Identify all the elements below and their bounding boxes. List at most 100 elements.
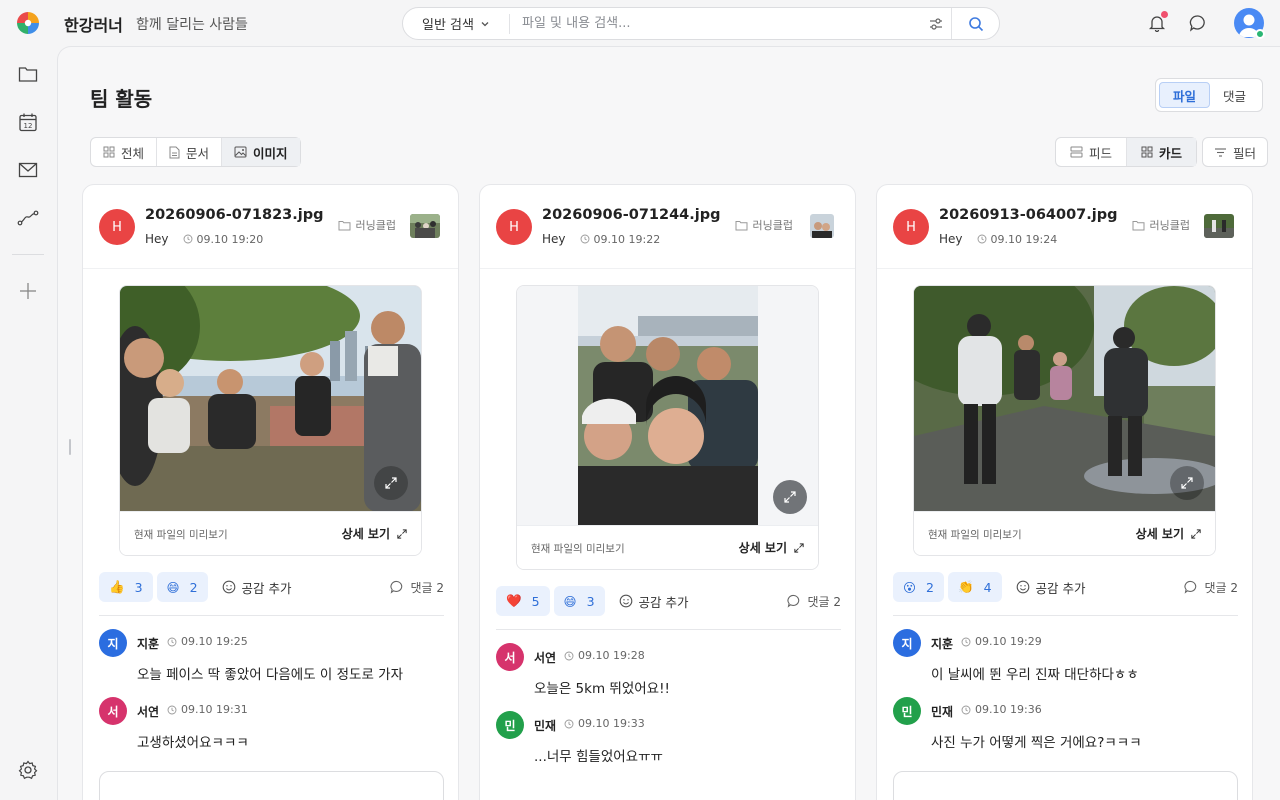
clock-icon <box>183 234 192 244</box>
expand-image-button[interactable] <box>374 466 408 500</box>
add-reaction-button[interactable]: 공감 추가 <box>1016 578 1086 597</box>
comment-icon <box>390 580 403 594</box>
reaction-bar: ❤️ 5 😄 3 공감 추가 댓글 2 <box>496 586 841 616</box>
search-options-button[interactable] <box>921 17 951 31</box>
tab-card[interactable]: 카드 <box>1127 138 1197 166</box>
folder-tag[interactable]: 러닝클럽 <box>735 217 793 233</box>
tab-feed[interactable]: 피드 <box>1056 138 1128 166</box>
app-logo-icon[interactable] <box>16 11 40 35</box>
file-name[interactable]: 20260906-071823.jpg <box>145 207 324 223</box>
file-name[interactable]: 20260906-071244.jpg <box>542 207 721 223</box>
reaction-count: 5 <box>531 593 540 609</box>
expand-icon <box>397 528 407 539</box>
sidebar-resize-handle[interactable] <box>69 439 71 455</box>
sidebar-add-button[interactable] <box>17 280 39 302</box>
file-thumbnail[interactable] <box>810 214 834 238</box>
uploader-name: Hey <box>939 232 963 246</box>
reaction-count: 4 <box>983 579 992 595</box>
commenter-name: 민재 <box>931 705 954 719</box>
tab-all-label: 전체 <box>121 145 145 161</box>
sidebar-item-mail[interactable] <box>17 159 39 181</box>
search-scope-dropdown[interactable]: 일반 검색 <box>403 13 510 34</box>
comment-count[interactable]: 댓글 2 <box>390 579 444 596</box>
toggle-comments[interactable]: 댓글 <box>1210 82 1259 108</box>
reaction-chip[interactable]: 😄 2 <box>156 572 208 602</box>
messages-button[interactable] <box>1187 12 1209 34</box>
sidebar-item-routes[interactable] <box>17 207 39 229</box>
grid-icon <box>103 146 115 158</box>
running-selfie-photo[interactable] <box>578 286 758 526</box>
file-name[interactable]: 20260913-064007.jpg <box>939 207 1118 223</box>
commenter-avatar[interactable]: 서 <box>496 643 524 671</box>
folder-icon <box>1132 220 1145 230</box>
plus-icon <box>20 283 36 299</box>
card-header: H 20260906-071823.jpg Hey 09.10 19:20 러닝… <box>83 185 458 269</box>
toggle-files[interactable]: 파일 <box>1159 82 1211 108</box>
expand-image-button[interactable] <box>773 480 807 514</box>
comment-input[interactable] <box>893 771 1238 800</box>
photo-thumbnail-image <box>1204 214 1234 238</box>
comment-time-text: 09.10 19:33 <box>578 717 645 730</box>
tab-docs[interactable]: 문서 <box>157 138 223 166</box>
reaction-chip[interactable]: 😮 2 <box>893 572 944 602</box>
file-preview: 현재 파일의 미리보기 상세 보기 <box>913 285 1216 556</box>
calendar-icon: 12 <box>19 113 37 132</box>
uploader-avatar[interactable]: H <box>893 209 929 245</box>
view-detail-button[interactable]: 상세 보기 <box>739 539 804 556</box>
view-detail-button[interactable]: 상세 보기 <box>1136 525 1201 542</box>
uploader-avatar[interactable]: H <box>99 209 135 245</box>
commenter-avatar[interactable]: 서 <box>99 697 127 725</box>
folder-icon <box>338 220 351 230</box>
add-reaction-button[interactable]: 공감 추가 <box>222 578 292 597</box>
notification-button[interactable] <box>1146 11 1168 34</box>
commenter-avatar[interactable]: 지 <box>893 629 921 657</box>
folder-tag[interactable]: 러닝클럽 <box>1132 217 1190 233</box>
photo-thumbnail-image <box>410 214 440 238</box>
reaction-chip[interactable]: 👏 4 <box>947 572 1002 602</box>
commenter-avatar[interactable]: 민 <box>893 697 921 725</box>
card-meta: Hey 09.10 19:20 <box>145 232 263 246</box>
app-tagline: 함께 달리는 사람들 <box>136 17 248 33</box>
sidebar-item-files[interactable] <box>17 63 39 85</box>
commenter-name: 민재 <box>534 719 557 733</box>
settings-button[interactable] <box>17 759 39 781</box>
uploader-avatar[interactable]: H <box>496 209 532 245</box>
tab-all[interactable]: 전체 <box>91 138 158 166</box>
folder-icon <box>735 220 748 230</box>
tab-feed-label: 피드 <box>1089 145 1113 161</box>
mail-icon <box>18 162 38 178</box>
filter-button[interactable]: 필터 <box>1202 137 1268 167</box>
comment-text: 이 날씨에 뛴 우리 진짜 대단하다ㅎㅎ <box>931 667 1139 683</box>
clock-icon <box>580 234 589 244</box>
add-reaction-button[interactable]: 공감 추가 <box>619 592 689 611</box>
upload-time-text: 09.10 19:24 <box>990 232 1058 246</box>
file-thumbnail[interactable] <box>410 214 440 238</box>
uploader-name: Hey <box>542 232 566 246</box>
sidebar-item-calendar[interactable]: 12 <box>17 111 39 133</box>
tab-images[interactable]: 이미지 <box>222 138 300 166</box>
reaction-chip[interactable]: ❤️ 5 <box>496 586 550 616</box>
folder-tag[interactable]: 러닝클럽 <box>338 217 396 233</box>
view-detail-label: 상세 보기 <box>1135 527 1184 541</box>
card-meta: Hey 09.10 19:24 <box>939 232 1057 246</box>
commenter-avatar[interactable]: 지 <box>99 629 127 657</box>
comment-count-label: 댓글 2 <box>1204 580 1238 595</box>
reaction-chip[interactable]: 👍 3 <box>99 572 153 602</box>
expand-image-button[interactable] <box>1170 466 1204 500</box>
comment-count[interactable]: 댓글 2 <box>787 593 841 610</box>
search-button[interactable] <box>951 8 999 39</box>
file-thumbnail[interactable] <box>1204 214 1234 238</box>
card-divider <box>893 615 1238 616</box>
comment-count[interactable]: 댓글 2 <box>1184 579 1238 596</box>
search-input[interactable] <box>510 16 921 31</box>
view-detail-button[interactable]: 상세 보기 <box>342 525 407 542</box>
tab-card-label: 카드 <box>1159 145 1183 161</box>
comment-time: 09.10 19:36 <box>961 703 1042 716</box>
reaction-chip[interactable]: 😄 3 <box>553 586 605 616</box>
file-card: H 20260913-064007.jpg Hey 09.10 19:24 러닝… <box>876 184 1253 800</box>
comment-time: 09.10 19:29 <box>961 635 1042 648</box>
commenter-avatar[interactable]: 민 <box>496 711 524 739</box>
comment-input[interactable] <box>99 771 444 800</box>
app-name[interactable]: 한강러너 <box>64 12 123 36</box>
reaction-bar: 😮 2 👏 4 공감 추가 댓글 2 <box>893 572 1238 602</box>
